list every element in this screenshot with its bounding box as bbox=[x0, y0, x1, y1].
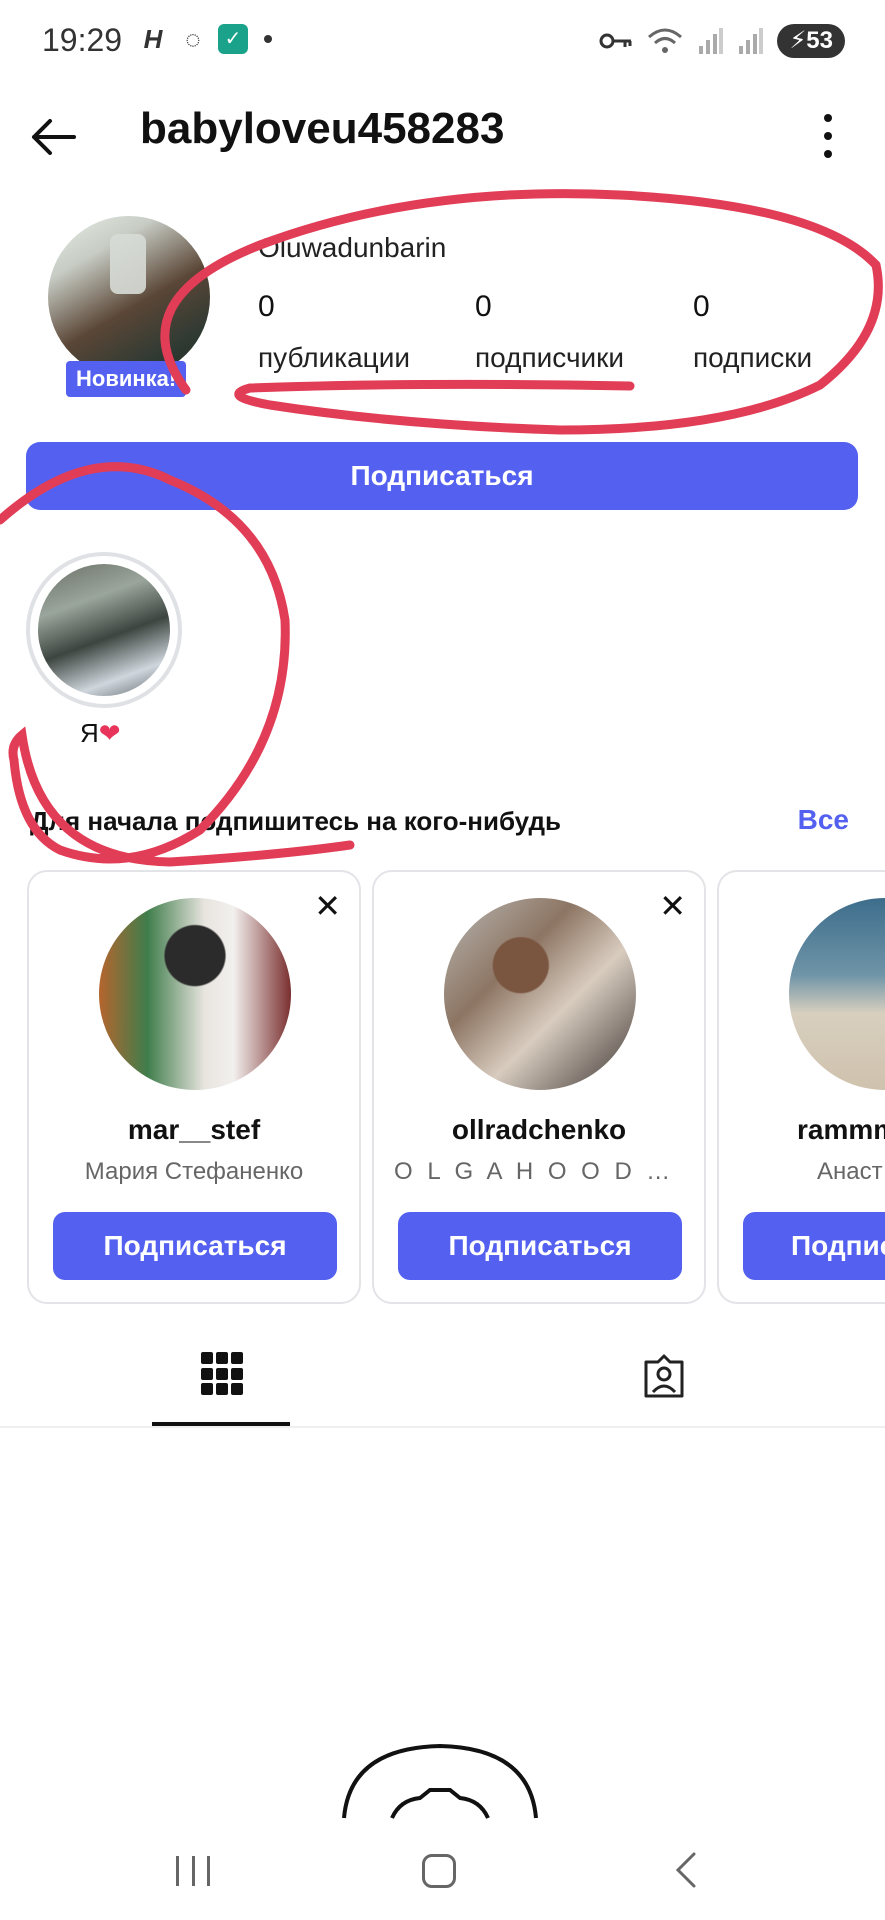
stat-value: 0 bbox=[693, 290, 710, 323]
tabs-divider bbox=[0, 1426, 885, 1428]
vpn-key-icon bbox=[599, 33, 632, 49]
more-options-icon[interactable] bbox=[823, 114, 833, 158]
status-left-icons: H ◌ ✓ bbox=[138, 24, 272, 54]
notification-dot-icon bbox=[264, 35, 272, 43]
heart-icon: ❤ bbox=[98, 718, 121, 748]
suggestion-follow-button[interactable]: Подпис bbox=[743, 1212, 885, 1280]
highlight-cover[interactable] bbox=[38, 564, 170, 696]
grid-tab-icon[interactable] bbox=[201, 1352, 243, 1396]
suggestions-title: Для начала подпишитесь на кого-нибудь bbox=[30, 806, 561, 836]
suggestion-avatar[interactable] bbox=[444, 898, 636, 1090]
suggestion-card[interactable]: ✕ ollradchenko O L G A H O O D Y A… Подп… bbox=[372, 870, 706, 1304]
stat-label: публикации bbox=[258, 342, 410, 373]
stat-followers[interactable]: 0 подписчики bbox=[475, 290, 624, 374]
signal-icon bbox=[699, 28, 724, 54]
stat-following[interactable]: 0 подписки bbox=[693, 290, 812, 374]
recent-apps-icon[interactable] bbox=[176, 1856, 210, 1886]
suggestion-follow-button[interactable]: Подписаться bbox=[53, 1212, 337, 1280]
suggestion-fullname: Мария Стефаненко bbox=[84, 1158, 304, 1185]
suggestion-avatar[interactable] bbox=[99, 898, 291, 1090]
wifi-icon bbox=[648, 28, 683, 53]
suggestion-card[interactable]: ✕ mar__stef Мария Стефаненко Подписаться bbox=[27, 870, 361, 1304]
h-app-icon: H bbox=[143, 24, 163, 54]
suggestion-username[interactable]: rammm bbox=[797, 1114, 885, 1146]
follow-button[interactable]: Подписаться bbox=[26, 442, 858, 510]
status-time: 19:29 bbox=[42, 22, 123, 58]
back-arrow-icon[interactable] bbox=[28, 112, 78, 162]
profile-header: babyloveu458283 bbox=[0, 86, 885, 186]
home-icon[interactable] bbox=[422, 1854, 456, 1888]
status-right-icons: ⚡53 bbox=[599, 24, 845, 58]
stat-label: подписчики bbox=[475, 342, 625, 373]
suggestion-fullname: Анаст bbox=[817, 1158, 883, 1185]
avatar[interactable] bbox=[48, 216, 210, 378]
back-chevron-icon[interactable] bbox=[672, 1850, 702, 1890]
suggestion-fullname: O L G A H O O D Y A… bbox=[394, 1158, 704, 1185]
battery-icon: ⚡53 bbox=[777, 24, 845, 58]
status-bar: 19:29 H ◌ ✓ ⚡53 bbox=[0, 0, 885, 86]
suggestion-follow-button[interactable]: Подписаться bbox=[398, 1212, 682, 1280]
highlight-label: Я❤ bbox=[80, 718, 121, 748]
stat-value: 0 bbox=[258, 290, 275, 323]
suggestion-username[interactable]: mar__stef bbox=[29, 1114, 359, 1146]
stat-value: 0 bbox=[475, 290, 492, 323]
suggestion-avatar[interactable] bbox=[789, 898, 885, 1090]
tagged-photos-tab-icon[interactable] bbox=[640, 1352, 688, 1400]
close-icon[interactable]: ✕ bbox=[314, 890, 341, 922]
suggestion-card[interactable]: rammm Анаст Подпис bbox=[717, 870, 885, 1304]
close-icon[interactable]: ✕ bbox=[659, 890, 686, 922]
green-check-app-icon: ✓ bbox=[218, 24, 248, 54]
signal-icon bbox=[739, 28, 764, 54]
floating-camera-icon[interactable] bbox=[340, 1740, 540, 1820]
display-name: Oluwadunbarin bbox=[258, 232, 447, 263]
chat-bubble-icon: ◌ bbox=[185, 24, 201, 54]
suggestion-username[interactable]: ollradchenko bbox=[374, 1114, 704, 1146]
new-badge: Новинка! bbox=[66, 361, 187, 397]
stat-label: подписки bbox=[693, 342, 813, 373]
page-title: babyloveu458283 bbox=[140, 104, 505, 153]
see-all-link[interactable]: Все bbox=[798, 804, 849, 836]
stat-posts[interactable]: 0 публикации bbox=[258, 290, 410, 374]
system-navigation-bar bbox=[0, 1820, 885, 1920]
